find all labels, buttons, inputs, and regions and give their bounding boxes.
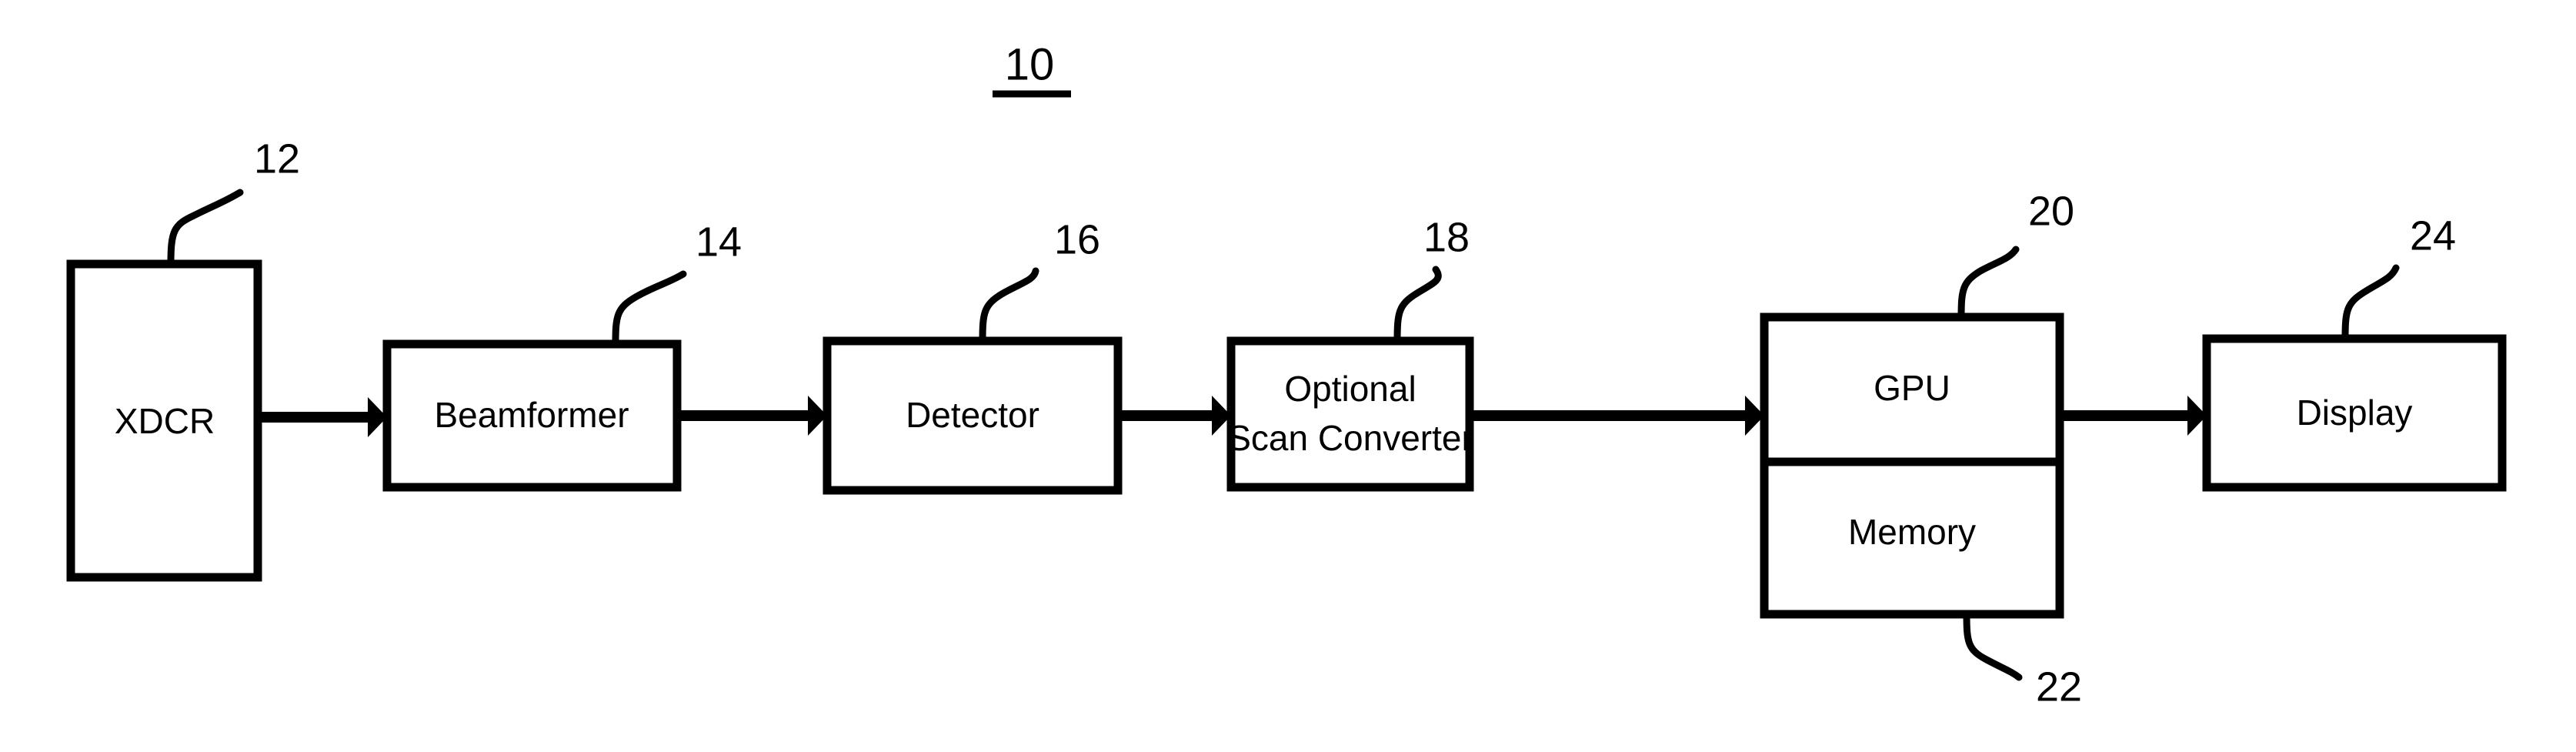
patent-figure: 10 XDCR 12 Beamformer 14 Detector 16 Opt… [0, 0, 2576, 752]
leader-line-24 [2341, 264, 2400, 343]
block-detector-label: Detector [906, 395, 1039, 435]
block-scan-converter[interactable] [1226, 336, 1474, 492]
leader-line-20 [1957, 246, 2020, 321]
figure-title: 10 [1005, 39, 1055, 89]
block-diagram-canvas: 10 XDCR 12 Beamformer 14 Detector 16 Opt… [66, 39, 2507, 710]
ref-number-24: 24 [2410, 212, 2456, 259]
block-display-label: Display [2297, 393, 2413, 433]
block-scan-converter-label-line1: Optional [1284, 369, 1416, 409]
ref-number-22: 22 [2036, 663, 2082, 710]
block-xdcr-label: XDCR [115, 401, 215, 441]
leader-line-12 [167, 189, 244, 268]
block-beamformer-label: Beamformer [434, 395, 629, 435]
block-scan-converter-label-line2: Scan Converter [1227, 418, 1473, 458]
ref-number-16: 16 [1054, 216, 1100, 262]
leader-line-16 [979, 267, 1039, 345]
ref-number-18: 18 [1423, 214, 1470, 260]
block-gpu-label: GPU [1874, 368, 1950, 408]
leader-line-14 [612, 270, 687, 348]
ref-number-14: 14 [696, 219, 742, 265]
block-memory-label: Memory [1848, 512, 1976, 552]
ref-number-20: 20 [2028, 188, 2074, 234]
leader-line-22 [1963, 610, 2023, 681]
leader-line-18 [1393, 266, 1442, 345]
ref-number-12: 12 [254, 135, 300, 182]
